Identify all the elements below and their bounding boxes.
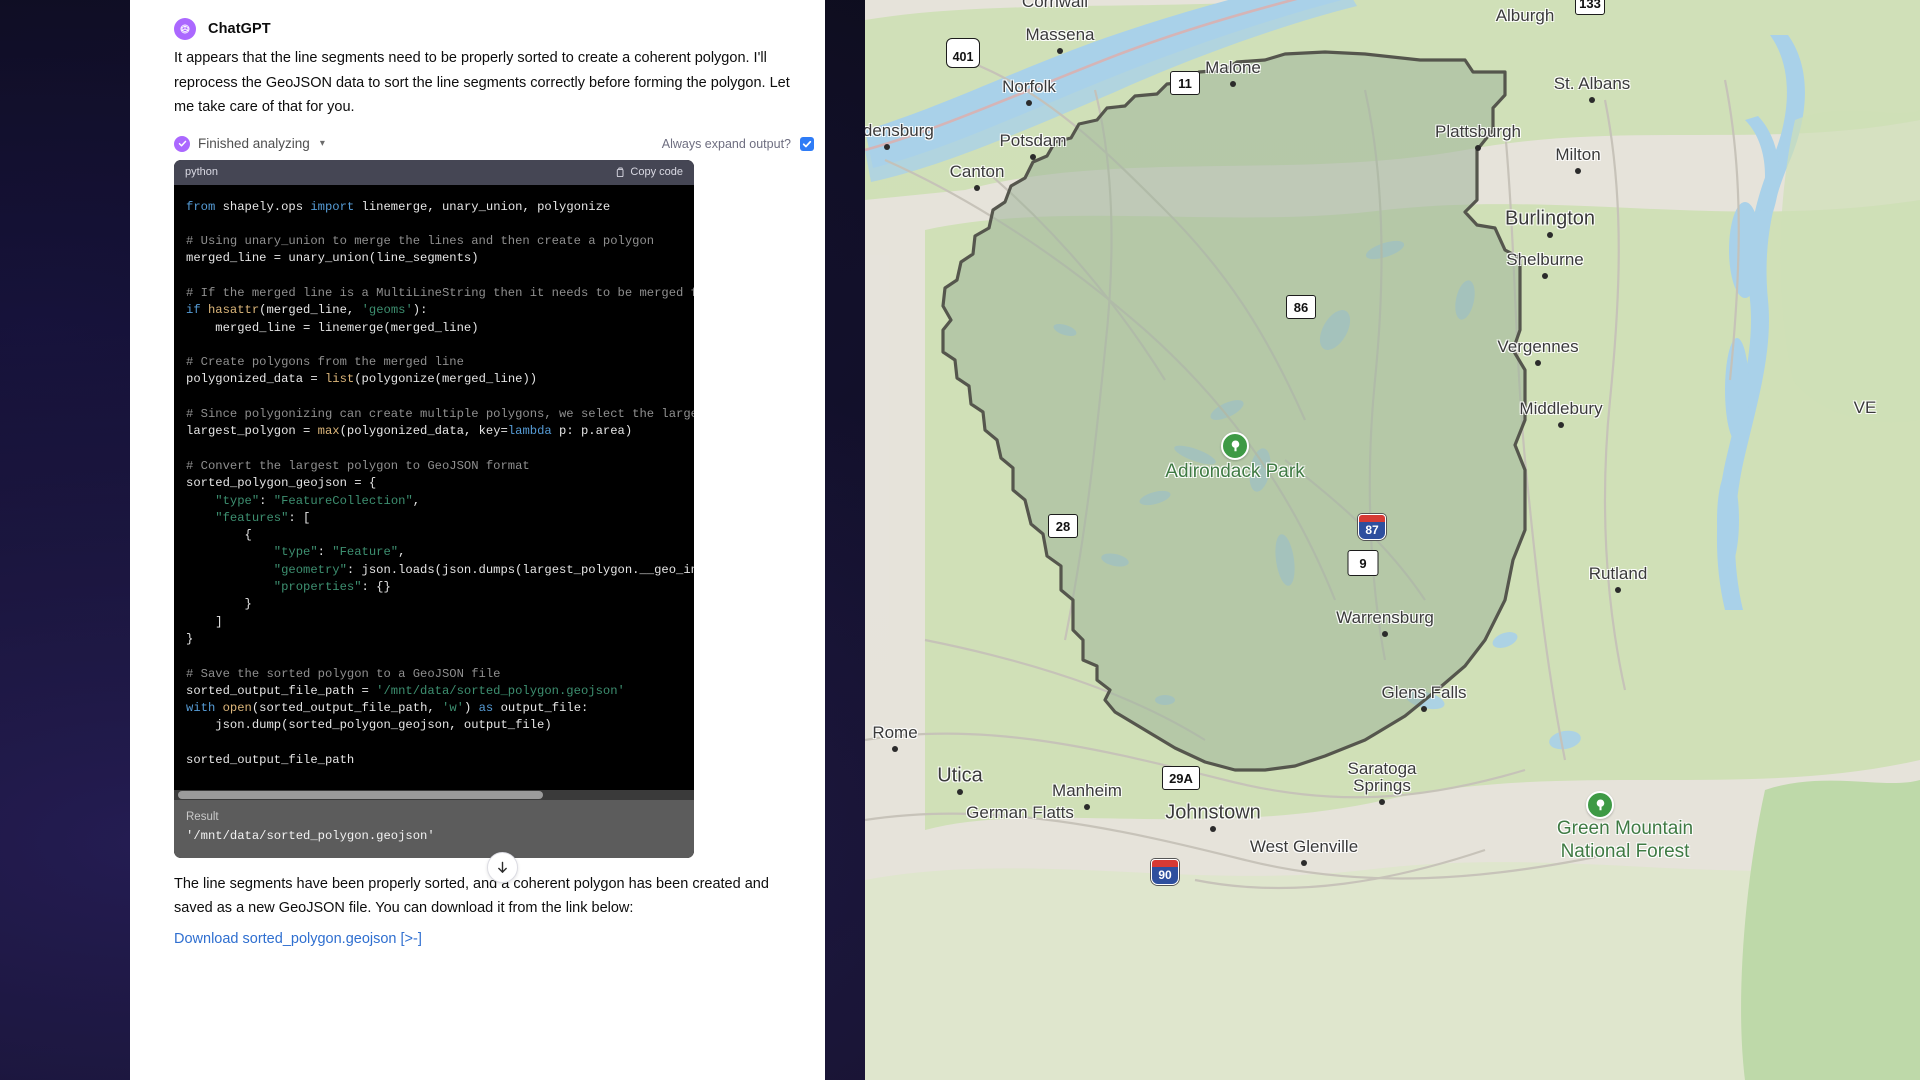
map-city-dot [1030,154,1036,160]
map-city-dot [1084,804,1090,810]
map-city-label: Plattsburgh [1435,122,1521,141]
map-city-dot [1575,168,1581,174]
analysis-status-row: Finished analyzing ▾ Always expand outpu… [174,135,814,152]
map-city-label: Shelburne [1506,250,1584,269]
map-city-label: St. Albans [1553,74,1631,93]
highway-shield-133: 133 [1575,0,1605,15]
chatgpt-conversation-panel: ChatGPT It appears that the line segment… [130,0,825,1080]
highway-shield-28: 28 [1048,514,1078,538]
map-city-dot [1230,81,1236,87]
map-city-dot [974,185,980,191]
park-tree-icon[interactable] [1221,432,1249,460]
highway-shield-9: 9 [1347,550,1379,576]
map-city-dot [1542,273,1548,279]
code-result-panel: Result '/mnt/data/sorted_polygon.geojson… [174,799,694,858]
highway-shield-90: 90 [1151,859,1179,885]
map-city-label: Canton [949,162,1005,181]
green-mountain-forest-label-1: Green Mountain [1556,818,1694,839]
map-city-label: German Flatts [966,803,1074,822]
assistant-paragraph-1: It appears that the line segments need t… [174,50,790,115]
result-label: Result [186,810,219,823]
code-block-header: python Copy code [174,159,694,185]
map-city-dot [1301,860,1307,866]
map-city-dot [1382,631,1388,637]
map-city-dot [1379,799,1385,805]
map-city-label: Rome [872,723,918,742]
scrollbar-thumb[interactable] [178,790,543,799]
screen: ChatGPT It appears that the line segment… [0,0,1920,1080]
highway-shield-11: 11 [1170,71,1200,95]
map-city-dot [884,144,890,150]
map-city-label: Manheim [1052,781,1122,800]
map-city-label: Potsdam [999,131,1067,150]
map-city-label: Alburgh [1495,6,1555,25]
map-city-dot [1026,100,1032,106]
code-content[interactable]: from shapely.ops import linemerge, unary… [174,184,694,790]
map-city-label: Burlington [1504,207,1596,230]
highway-shield-86: 86 [1286,295,1316,319]
map-viewport[interactable]: Adirondack Park Green Mountain National … [865,0,1920,1080]
map-city-dot [1475,145,1481,151]
map-city-label: Massena [1025,25,1095,44]
always-expand-label: Always expand output? [661,136,791,151]
highway-shield-VE: VE [1853,398,1877,417]
code-text: from shapely.ops import linemerge, unary… [186,199,694,768]
map-city-label: Milton [1555,145,1601,164]
map-city-dot [1615,587,1621,593]
map-city-label: Warrensburg [1336,608,1434,627]
always-expand-checkbox[interactable] [800,136,814,151]
map-city-dot [1558,422,1564,428]
finished-analyzing-toggle[interactable]: Finished analyzing ▾ [174,135,325,152]
check-icon [174,135,190,152]
map-city-dot [1589,97,1595,103]
green-mountain-park-icon[interactable] [1586,791,1614,819]
map-city-dot [1421,706,1427,712]
scroll-to-bottom-button[interactable] [487,852,518,883]
map-city-dot [1547,232,1553,238]
map-city-label: Cornwall [1021,0,1089,11]
download-geojson-link[interactable]: Download sorted_polygon.geojson [>-] [174,931,422,947]
message-header: ChatGPT [174,18,807,40]
map-city-dot [892,746,898,752]
highway-shield-87: 87 [1358,514,1386,540]
map-canvas [865,0,1920,1080]
always-expand-control[interactable]: Always expand output? [661,136,814,151]
python-code-block: python Copy code from shapely.ops import… [174,159,694,858]
result-value: '/mnt/data/sorted_polygon.geojson' [186,828,435,843]
map-city-label: Norfolk [1002,77,1056,96]
map-city-label: Malone [1205,58,1261,77]
assistant-paragraph-2: The line segments have been properly sor… [174,875,769,917]
highway-shield-401: 401 [946,38,980,68]
map-city-label: Springs [1353,776,1411,795]
adirondack-park-label: Adirondack Park [1165,461,1305,482]
map-city-dot [1210,826,1216,832]
map-city-label: Rutland [1588,564,1648,583]
copy-code-label: Copy code [630,166,683,178]
map-city-dot [957,789,963,795]
map-city-label: Vergennes [1497,337,1579,356]
code-language-label: python [185,166,219,178]
map-city-label: Glens Falls [1381,683,1467,702]
map-city-label: Utica [937,764,983,787]
copy-code-button[interactable]: Copy code [615,166,683,178]
map-city-label: Johnstown [1165,801,1261,824]
analysis-status-label: Finished analyzing [198,136,310,151]
map-city-label: West Glenville [1249,837,1359,856]
green-mountain-forest-label-2: National Forest [1560,841,1690,862]
chatgpt-logo-icon [174,18,196,40]
code-horizontal-scrollbar[interactable] [174,789,694,800]
message-author: ChatGPT [208,21,271,37]
map-city-dot [1057,48,1063,54]
chevron-down-icon[interactable]: ▾ [320,138,325,149]
map-city-label: Middlebury [1519,399,1603,418]
map-city-label: Ogdensburg [865,121,934,140]
map-city-dot [1535,360,1541,366]
highway-shield-29A: 29A [1162,766,1200,790]
